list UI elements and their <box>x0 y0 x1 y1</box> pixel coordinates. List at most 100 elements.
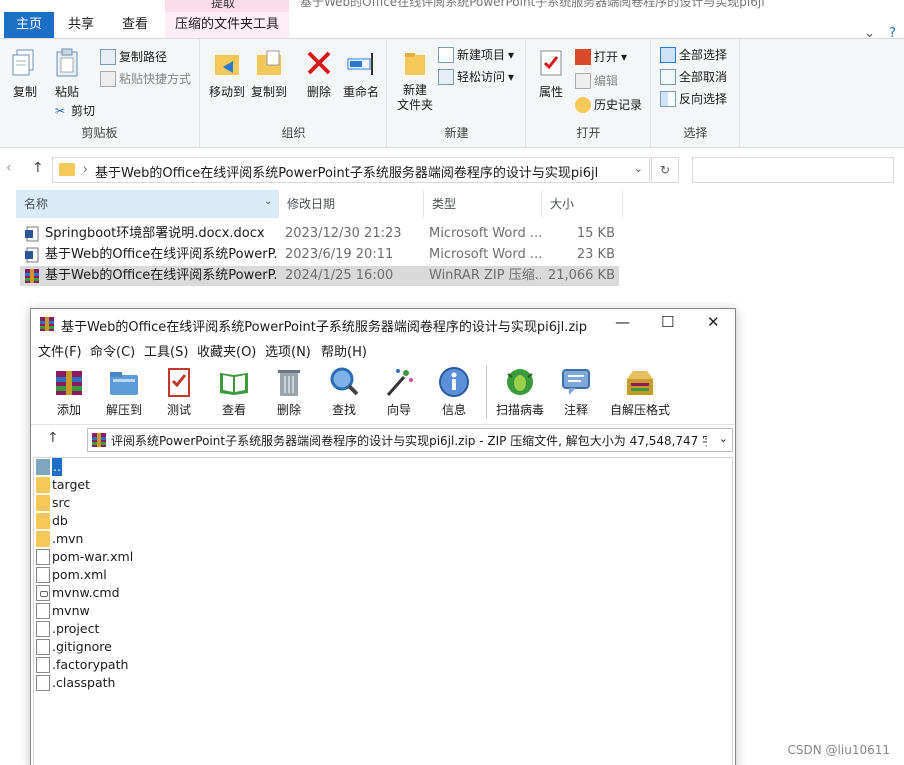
bug-icon <box>507 369 533 395</box>
menu-file[interactable]: 文件(F) <box>38 341 82 360</box>
winrar-toolbar: 添加 解压到 测试 查看 删除 查找 向导 信息 扫描病毒 注释 自解压格式 <box>31 361 735 425</box>
rename-icon <box>347 53 373 75</box>
paste-button[interactable]: 粘贴 <box>50 47 84 100</box>
copy-path-button[interactable]: 复制路径 <box>100 47 167 67</box>
winrar-menu-bar: 文件(F) 命令(C) 工具(S) 收藏夹(O) 选项(N) 帮助(H) <box>31 339 735 361</box>
book-icon <box>220 373 248 395</box>
open-button[interactable]: 打开 ▾ <box>575 47 627 67</box>
file-size: 15 KB <box>576 226 615 241</box>
sfx-box-icon <box>627 371 653 395</box>
file-row-selected[interactable]: 基于Web的Office在线评阅系统PowerP... 2024/1/25 16… <box>20 266 619 286</box>
archive-path-field[interactable]: 评阅系统PowerPoint子系统服务器端阅卷程序的设计与实现pi6jl.zip… <box>87 428 733 452</box>
move-to-button[interactable]: 移动到 <box>207 47 247 100</box>
ribbon-tabs: 主页 共享 查看 压缩的文件夹工具 ⌄ ? <box>0 12 904 41</box>
scan-virus-button[interactable]: 扫描病毒 <box>491 365 549 418</box>
wizard-button[interactable]: 向导 <box>372 365 426 418</box>
watermark: CSDN @liu10611 <box>787 743 890 757</box>
address-input[interactable]: › 基于Web的Office在线评阅系统PowerPoint子系统服务器端阅卷程… <box>52 157 650 183</box>
column-header-name[interactable]: 名称 <box>16 190 278 218</box>
column-header-date[interactable]: 修改日期 <box>278 190 423 218</box>
up-arrow-icon[interactable]: ↑ <box>32 160 44 176</box>
winrar-path-bar: ↑ 评阅系统PowerPoint子系统服务器端阅卷程序的设计与实现pi6jl.z… <box>31 425 735 455</box>
column-header-type[interactable]: 类型 <box>423 190 541 218</box>
info-button[interactable]: 信息 <box>427 365 481 418</box>
invert-selection-button[interactable]: 反向选择 <box>660 89 727 109</box>
cmd-file-icon <box>36 585 50 601</box>
minimize-icon[interactable]: — <box>615 313 630 331</box>
file-row[interactable]: 基于Web的Office在线评阅系统PowerP... 2023/6/19 20… <box>20 245 619 265</box>
paste-shortcut-button[interactable]: 粘贴快捷方式 <box>100 69 191 89</box>
folder-icon <box>59 163 75 176</box>
test-checklist-icon <box>168 368 190 397</box>
chevron-down-icon[interactable]: ⌄ <box>634 162 643 175</box>
add-button[interactable]: 添加 <box>42 365 96 418</box>
copy-to-icon <box>257 50 281 75</box>
tab-view[interactable]: 查看 <box>112 12 158 38</box>
file-icon <box>36 675 50 691</box>
properties-button[interactable]: 属性 <box>533 47 569 100</box>
up-arrow-icon[interactable]: ↑ <box>47 430 59 446</box>
edit-button[interactable]: 编辑 <box>575 71 618 91</box>
file-size: 23 KB <box>576 247 615 262</box>
menu-help[interactable]: 帮助(H) <box>321 341 367 360</box>
copy-icon <box>12 49 34 76</box>
group-clipboard: 复制 粘贴 复制路径 粘贴快捷方式 ✂ 剪切 剪贴板 <box>0 39 200 147</box>
file-date: 2024/1/25 16:00 <box>285 268 394 283</box>
comment-button[interactable]: 注释 <box>549 365 603 418</box>
close-icon[interactable]: ✕ <box>707 313 720 331</box>
chevron-right-icon[interactable]: › <box>83 162 88 176</box>
rename-button[interactable]: 重命名 <box>341 47 381 100</box>
winrar-delete-button[interactable]: 删除 <box>262 365 316 418</box>
menu-options[interactable]: 选项(N) <box>265 341 311 360</box>
info-icon <box>439 367 469 397</box>
test-button[interactable]: 测试 <box>152 365 206 418</box>
tab-compressed-folder-tools[interactable]: 压缩的文件夹工具 <box>165 12 289 38</box>
sfx-button[interactable]: 自解压格式 <box>607 365 673 418</box>
extract-to-button[interactable]: 解压到 <box>97 365 151 418</box>
folder-icon <box>36 477 50 493</box>
cut-button[interactable]: ✂ 剪切 <box>52 101 95 121</box>
winrar-title: 基于Web的Office在线评阅系统PowerPoint子系统服务器端阅卷程序的… <box>61 320 588 335</box>
group-label-organize: 组织 <box>281 126 306 140</box>
back-chevron-icon[interactable]: ‹ <box>6 160 12 176</box>
file-row[interactable]: Springboot环境部署说明.docx.docx 2023/12/30 21… <box>20 224 619 244</box>
explorer-title-strip: 基于Web的Office在线评阅系统PowerPoint子系统服务器端阅卷程序的… <box>0 0 904 12</box>
menu-favorites[interactable]: 收藏夹(O) <box>197 341 256 360</box>
menu-tools[interactable]: 工具(S) <box>144 341 188 360</box>
menu-commands[interactable]: 命令(C) <box>90 341 135 360</box>
address-bar: ‹ ↑ › 基于Web的Office在线评阅系统PowerPoint子系统服务器… <box>0 154 904 184</box>
word-doc-icon <box>25 226 39 242</box>
copy-to-button[interactable]: 复制到 <box>249 47 289 100</box>
chevron-down-icon[interactable]: ⌄ <box>719 432 728 445</box>
file-name: Springboot环境部署说明.docx.docx <box>45 226 265 241</box>
search-input[interactable] <box>692 157 894 183</box>
refresh-icon: ↻ <box>659 163 671 177</box>
history-button[interactable]: 历史记录 <box>575 95 642 115</box>
file-type: Microsoft Word ... <box>429 226 541 241</box>
view-button[interactable]: 查看 <box>207 365 261 418</box>
select-none-icon <box>660 69 676 85</box>
group-label-new: 新建 <box>444 126 469 140</box>
new-folder-button[interactable]: 新建 文件夹 <box>394 47 436 113</box>
find-button[interactable]: 查找 <box>317 365 371 418</box>
delete-button[interactable]: 删除 <box>301 47 337 100</box>
tab-home[interactable]: 主页 <box>4 12 54 38</box>
new-folder-icon <box>405 53 425 75</box>
copy-button[interactable]: 复制 <box>8 47 42 100</box>
chevron-down-icon[interactable]: ⌄ <box>264 196 272 207</box>
select-none-button[interactable]: 全部取消 <box>660 67 727 87</box>
xml-file-icon <box>36 549 50 565</box>
file-date: 2023/12/30 21:23 <box>285 226 402 241</box>
comment-icon <box>562 369 590 395</box>
file-size: 21,066 KB <box>547 268 615 283</box>
new-item-button[interactable]: 新建项目 ▾ <box>438 45 514 65</box>
tab-share[interactable]: 共享 <box>58 12 104 38</box>
scissors-icon: ✂ <box>54 104 66 118</box>
group-label-open: 打开 <box>576 126 601 140</box>
refresh-button[interactable]: ↻ <box>651 157 679 183</box>
maximize-icon[interactable]: ☐ <box>661 313 674 331</box>
column-header-size[interactable]: 大小 <box>541 190 623 218</box>
select-all-button[interactable]: 全部选择 <box>660 45 727 65</box>
easy-access-button[interactable]: 轻松访问 ▾ <box>438 67 514 87</box>
archive-file-list: .. target src db .mvn pom-war.xml pom.xm… <box>33 457 733 765</box>
